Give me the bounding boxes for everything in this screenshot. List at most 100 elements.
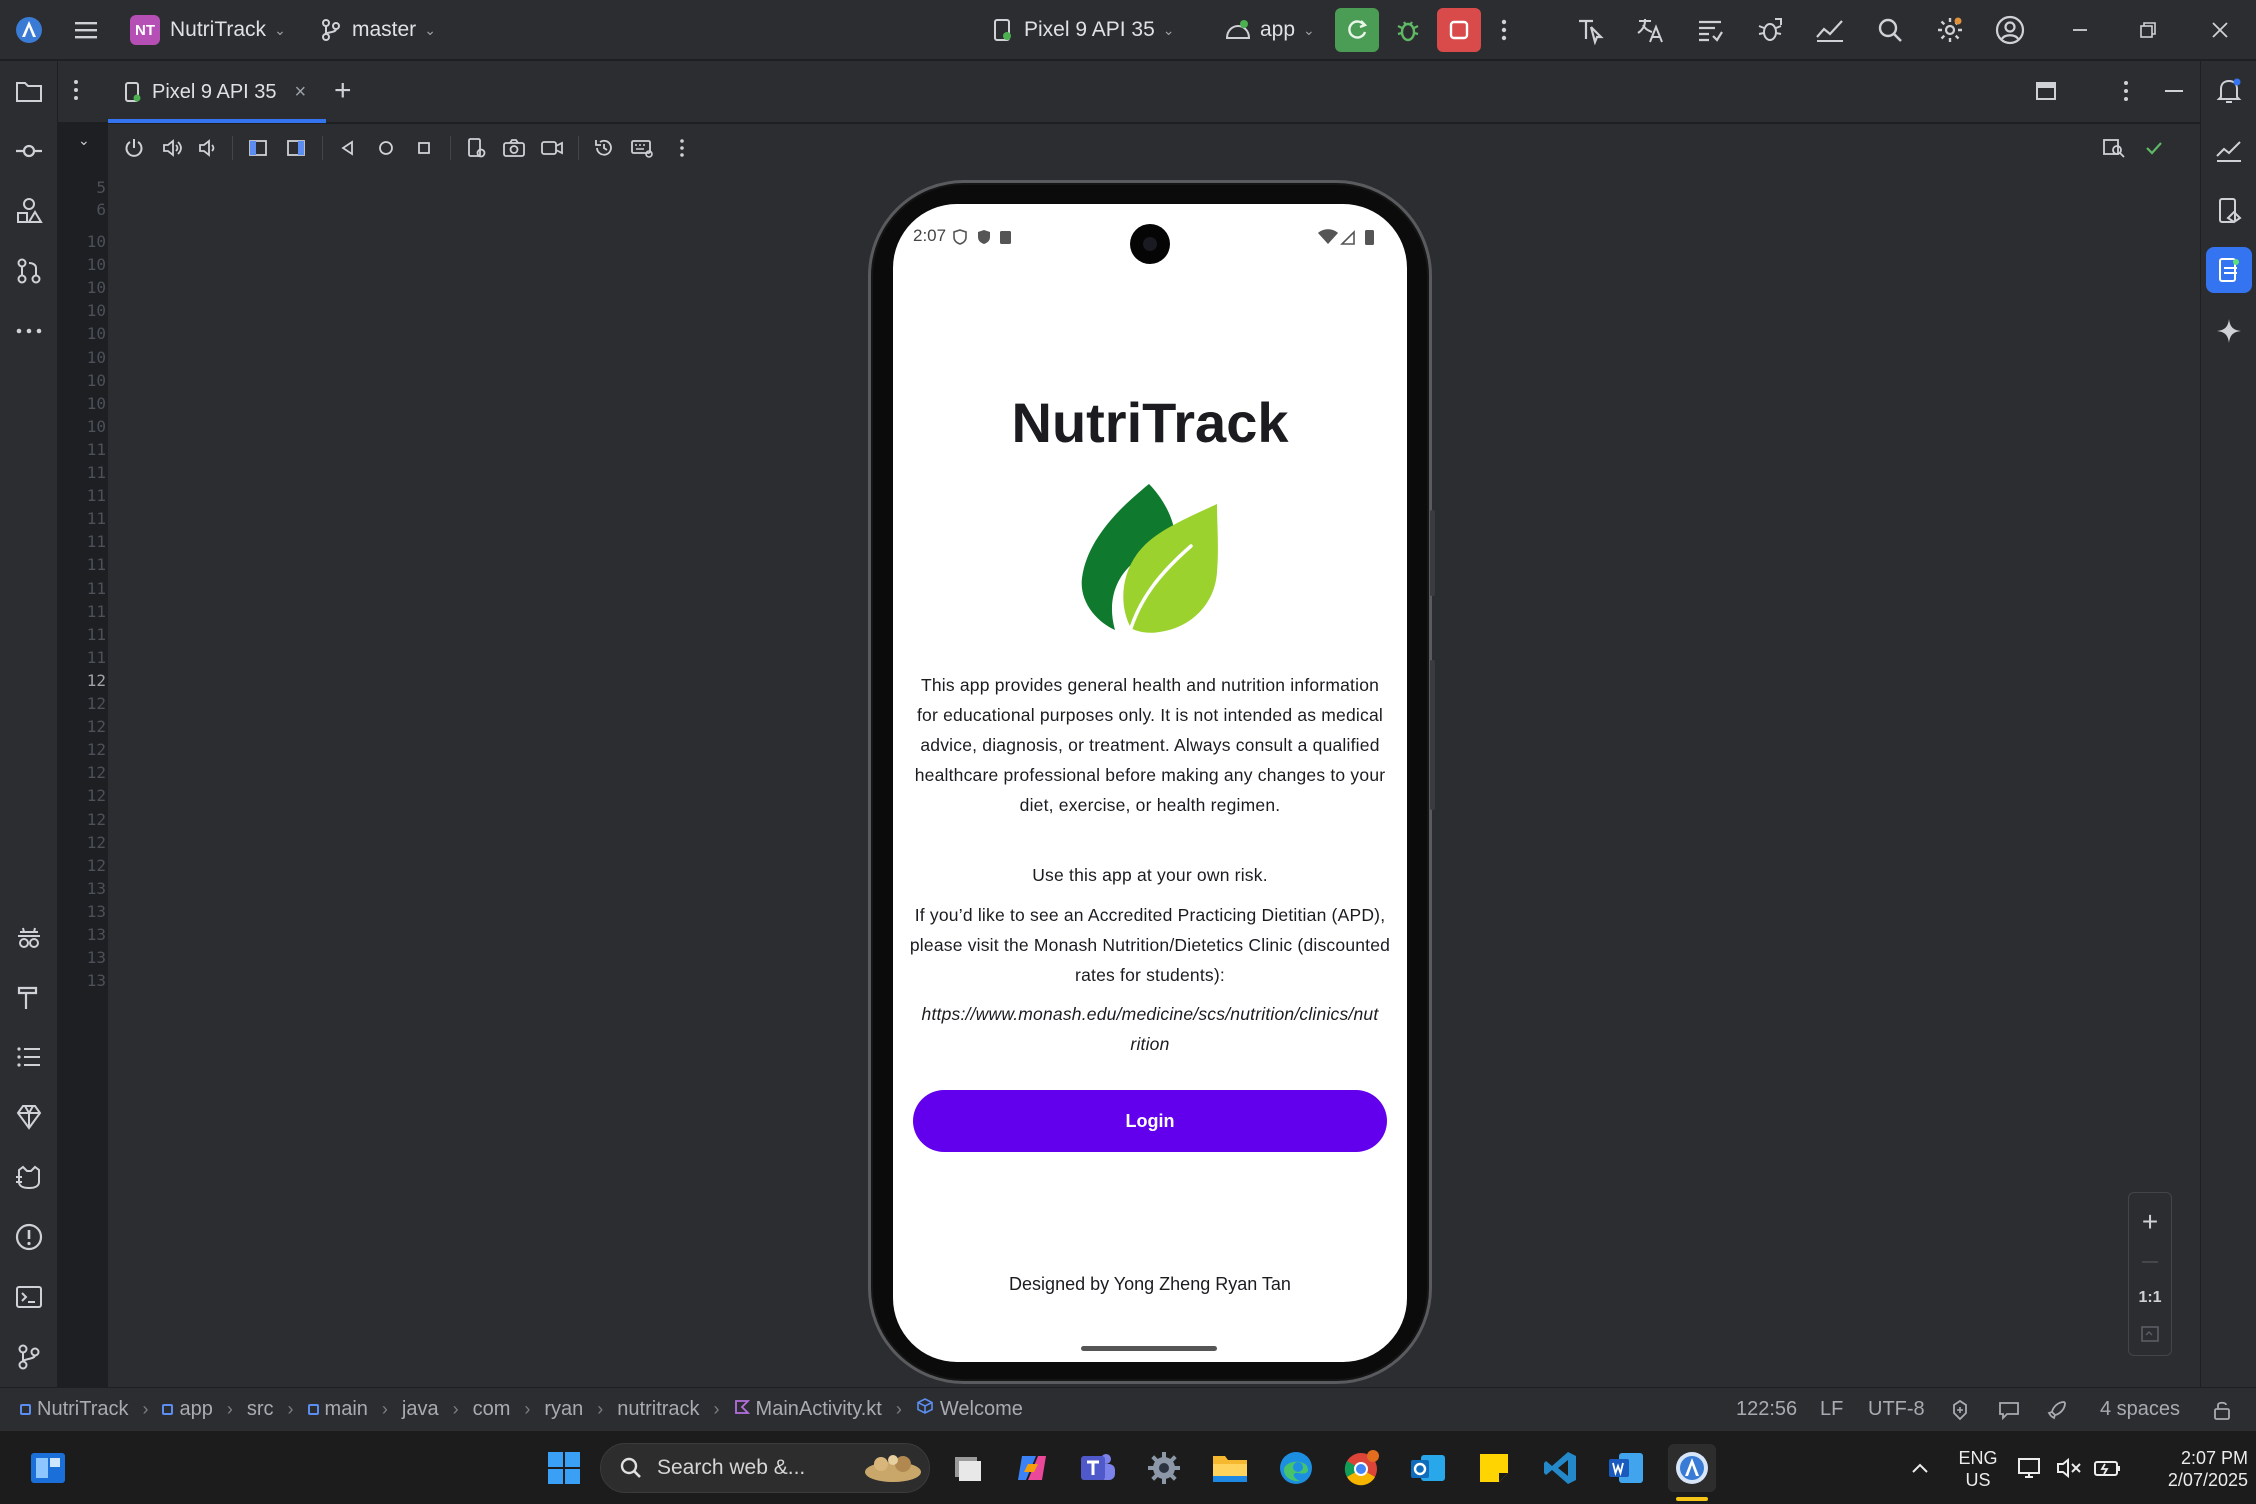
quality-gem-icon[interactable]: [11, 1099, 47, 1135]
zoom-out-button[interactable]: —: [2133, 1245, 2167, 1279]
chrome-browser-icon[interactable]: [1338, 1444, 1386, 1492]
zoom-in-button[interactable]: +: [2133, 1205, 2167, 1239]
attach-debugger-icon[interactable]: [1752, 12, 1788, 48]
login-button[interactable]: Login: [913, 1090, 1387, 1152]
run-config-selector[interactable]: app ⌄: [1224, 0, 1315, 60]
more-device-actions-icon[interactable]: [666, 132, 698, 164]
rotate-left-icon[interactable]: [242, 132, 274, 164]
layout-inspector-icon[interactable]: [1572, 12, 1608, 48]
copilot-icon[interactable]: [1008, 1444, 1056, 1492]
stop-button[interactable]: [1437, 8, 1481, 52]
keyboard-input-icon[interactable]: [626, 132, 658, 164]
widgets-icon[interactable]: [24, 1444, 72, 1492]
version-control-icon[interactable]: [11, 1339, 47, 1375]
profiler-icon[interactable]: [2211, 133, 2247, 169]
language-indicator[interactable]: ENG US: [1950, 1447, 2006, 1491]
file-encoding[interactable]: UTF-8: [1868, 1388, 1925, 1431]
device-manager-icon[interactable]: [2211, 193, 2247, 229]
breadcrumb-item[interactable]: java: [402, 1398, 439, 1421]
volume-muted-icon[interactable]: [2052, 1444, 2086, 1492]
resource-manager-icon[interactable]: [11, 193, 47, 229]
settings-gear-icon[interactable]: [1932, 12, 1968, 48]
clinic-link[interactable]: https://www.monash.edu/medicine/scs/nutr…: [921, 999, 1379, 1059]
find-in-device-icon[interactable]: [2098, 132, 2130, 164]
sticky-notes-icon[interactable]: [1470, 1444, 1518, 1492]
gemini-sparkle-icon[interactable]: [2211, 313, 2247, 349]
todo-list-icon[interactable]: [11, 1039, 47, 1075]
screen-record-icon[interactable]: [536, 132, 568, 164]
breadcrumb-item[interactable]: app: [162, 1398, 213, 1421]
logcat-icon[interactable]: [11, 1159, 47, 1195]
minimize-window-icon[interactable]: [2062, 12, 2098, 48]
file-explorer-icon[interactable]: [1206, 1444, 1254, 1492]
device-settings-icon[interactable]: [460, 132, 492, 164]
hide-tool-window-icon[interactable]: [2162, 79, 2186, 108]
gesture-navigation-bar[interactable]: [1081, 1346, 1217, 1351]
breadcrumb-item[interactable]: ryan: [544, 1398, 583, 1421]
close-tab-icon[interactable]: ×: [295, 81, 307, 104]
restore-window-icon[interactable]: [2130, 12, 2166, 48]
breadcrumb-item[interactable]: MainActivity.kt: [734, 1398, 882, 1421]
caret-position[interactable]: 122:56: [1736, 1388, 1797, 1431]
translate-icon[interactable]: [1632, 12, 1668, 48]
start-windows-icon[interactable]: [540, 1444, 588, 1492]
apply-changes-button[interactable]: [1335, 8, 1379, 52]
android-studio-taskbar-icon[interactable]: [1668, 1444, 1716, 1492]
network-icon[interactable]: [2012, 1444, 2046, 1492]
more-actions-icon[interactable]: [1500, 0, 1508, 60]
add-tab-icon[interactable]: +: [334, 75, 352, 107]
breadcrumb-item[interactable]: Welcome: [916, 1397, 1023, 1421]
device-selector[interactable]: Pixel 9 API 35 ⌄: [992, 0, 1174, 60]
search-icon[interactable]: [1872, 12, 1908, 48]
debug-button[interactable]: [1386, 8, 1430, 52]
close-window-icon[interactable]: [2202, 12, 2238, 48]
android-studio-logo-icon[interactable]: [14, 0, 44, 60]
snapshot-history-icon[interactable]: [588, 132, 620, 164]
breadcrumb-item[interactable]: src: [247, 1398, 274, 1421]
vscode-icon[interactable]: [1536, 1444, 1584, 1492]
project-folder-icon[interactable]: [11, 73, 47, 109]
outlook-icon[interactable]: [1404, 1444, 1452, 1492]
window-layout-icon[interactable]: [2034, 79, 2058, 108]
build-hammer-icon[interactable]: [11, 979, 47, 1015]
main-menu-icon[interactable]: [72, 0, 100, 60]
battery-icon[interactable]: [2090, 1444, 2124, 1492]
system-clock[interactable]: 2:07 PM 2/07/2025: [2130, 1447, 2248, 1491]
tab-options-icon[interactable]: [72, 76, 80, 109]
breadcrumb-item[interactable]: com: [473, 1398, 511, 1421]
settings-gear-icon[interactable]: [1140, 1444, 1188, 1492]
volume-down-icon[interactable]: [192, 132, 224, 164]
breadcrumb-item[interactable]: NutriTrack: [20, 1398, 128, 1421]
collapse-chevron-icon[interactable]: ⌄: [78, 132, 90, 149]
branch-selector[interactable]: master ⌄: [320, 0, 436, 60]
power-save-rocket-icon[interactable]: [2046, 1388, 2068, 1431]
rotate-right-icon[interactable]: [280, 132, 312, 164]
teams-icon[interactable]: [1074, 1444, 1122, 1492]
notifications-bell-icon[interactable]: [2211, 73, 2247, 109]
task-view-icon[interactable]: [944, 1444, 992, 1492]
line-separator[interactable]: LF: [1820, 1388, 1843, 1431]
project-selector[interactable]: NT NutriTrack ⌄: [130, 0, 286, 60]
word-icon[interactable]: [1602, 1444, 1650, 1492]
running-devices-icon[interactable]: [2206, 247, 2252, 293]
pull-requests-icon[interactable]: [11, 253, 47, 289]
problems-icon[interactable]: [11, 1219, 47, 1255]
tab-running-device[interactable]: Pixel 9 API 35 ×: [108, 61, 322, 123]
tool-window-options-icon[interactable]: [2122, 77, 2130, 110]
breadcrumb-item[interactable]: main: [307, 1398, 368, 1421]
structure-icon[interactable]: [1692, 12, 1728, 48]
volume-up-icon[interactable]: [156, 132, 188, 164]
power-icon[interactable]: [118, 132, 150, 164]
terminal-icon[interactable]: [11, 1279, 47, 1315]
show-hidden-icons-chevron-icon[interactable]: [1896, 1444, 1944, 1492]
indent-setting[interactable]: 4 spaces: [2100, 1388, 2180, 1431]
overview-square-icon[interactable]: [408, 132, 440, 164]
more-tool-windows-icon[interactable]: [11, 313, 47, 349]
back-triangle-icon[interactable]: [332, 132, 364, 164]
app-inspection-icon[interactable]: [11, 919, 47, 955]
phone-screen[interactable]: 2:07 NutriTrack This app provides genera…: [893, 204, 1407, 1362]
home-circle-icon[interactable]: [370, 132, 402, 164]
screenshot-camera-icon[interactable]: [498, 132, 530, 164]
breadcrumb-item[interactable]: nutritrack: [617, 1398, 699, 1421]
zoom-actual-size-button[interactable]: 1:1: [2133, 1281, 2167, 1315]
